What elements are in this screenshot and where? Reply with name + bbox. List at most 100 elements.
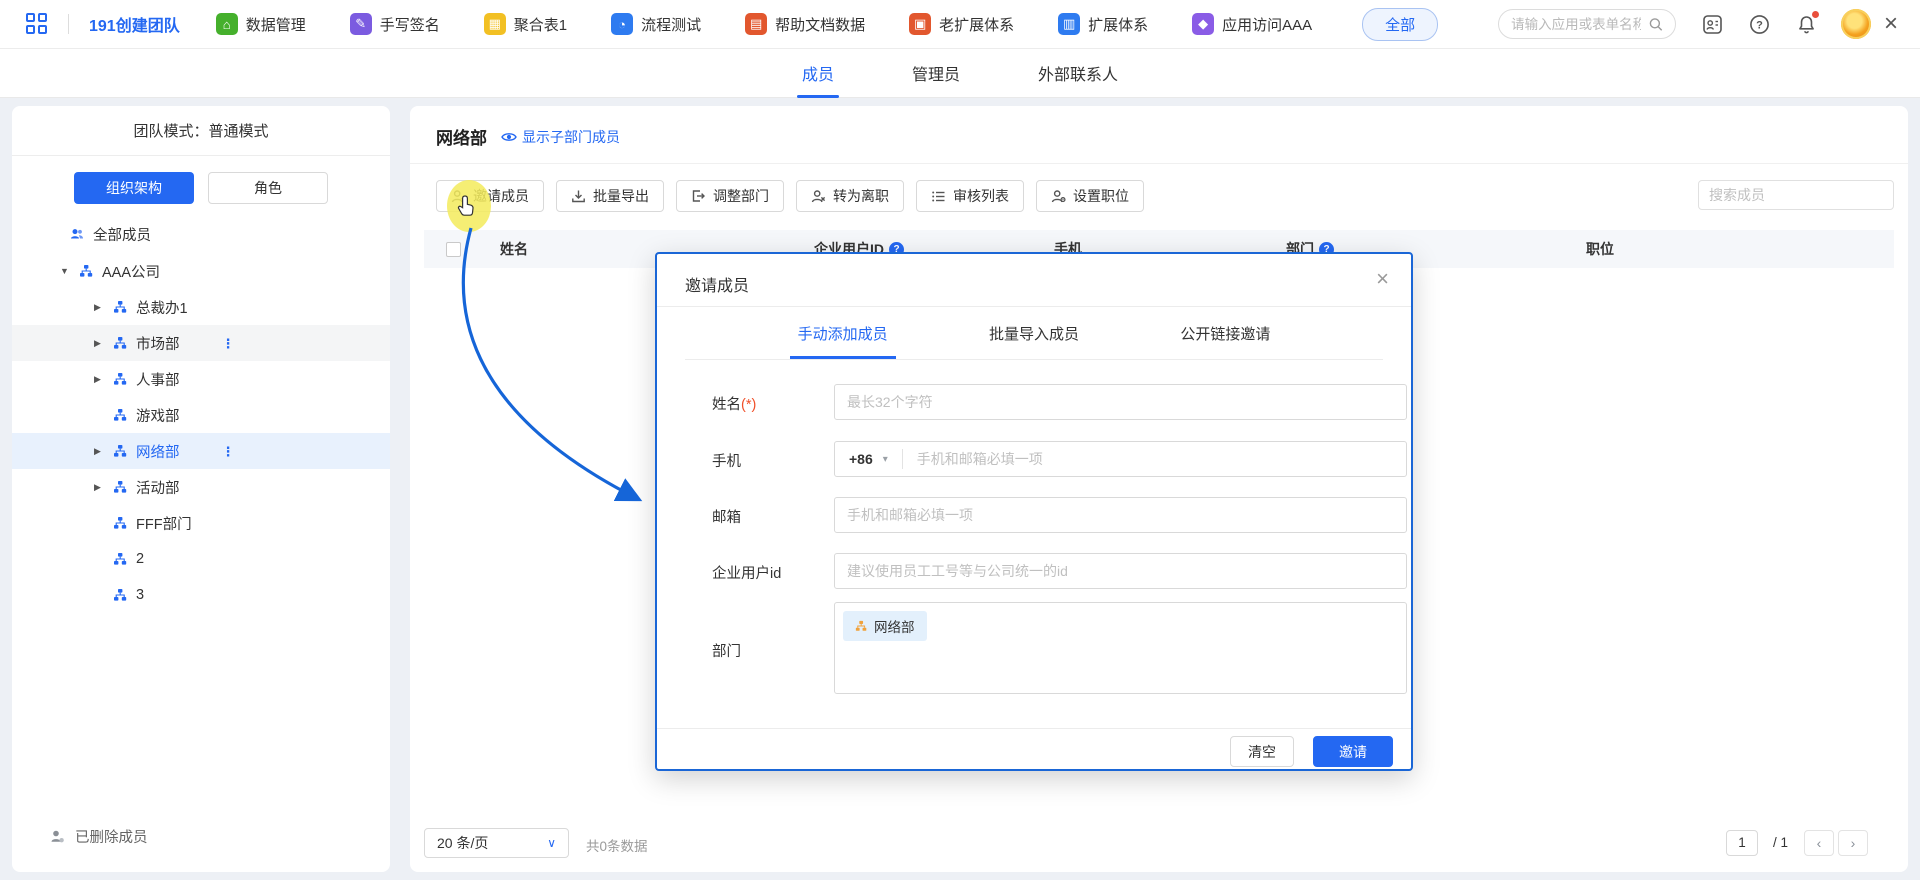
tree-item-dept[interactable]: FFF部门 <box>12 505 390 541</box>
deleted-members-link[interactable]: 已删除成员 <box>12 818 390 854</box>
tree-item-dept[interactable]: 2 <box>12 541 390 577</box>
batch-export-button[interactable]: 批量导出 <box>556 180 664 212</box>
clear-button[interactable]: 清空 <box>1230 736 1294 767</box>
col-position: 职位 <box>1586 239 1614 259</box>
next-page-button[interactable]: › <box>1838 830 1868 856</box>
divider <box>685 359 1383 360</box>
chevron-down-icon: ▾ <box>883 454 888 465</box>
app-tab[interactable]: ▣ 老扩展体系 <box>909 13 1014 35</box>
invite-member-modal: 邀请成员 × 手动添加成员 批量导入成员 公开链接邀请 姓名(*) 手机 +86… <box>655 252 1413 771</box>
caret-down-icon[interactable]: ▼ <box>60 266 70 276</box>
adjust-department-icon <box>691 189 706 204</box>
country-code-value: +86 <box>849 451 873 467</box>
tab-external-contacts[interactable]: 外部联系人 <box>1038 49 1118 98</box>
apps-grid-icon[interactable] <box>26 13 48 35</box>
prev-page-button[interactable]: ‹ <box>1804 830 1834 856</box>
review-list-button[interactable]: 审核列表 <box>916 180 1024 212</box>
set-position-button[interactable]: 设置职位 <box>1036 180 1144 212</box>
tab-members[interactable]: 成员 <box>802 49 834 98</box>
app-label: 手写签名 <box>380 14 440 35</box>
workspace-tab[interactable]: 191创建团队 <box>89 12 180 36</box>
tree-item-label: 2 <box>136 551 144 567</box>
department-picker[interactable]: 网络部 <box>834 602 1407 694</box>
tree-item-label: AAA公司 <box>102 261 160 282</box>
invite-button[interactable]: 邀请 <box>1313 736 1393 767</box>
notification-bell-icon[interactable] <box>1796 14 1817 35</box>
department-tag: 网络部 <box>843 611 927 641</box>
help-icon[interactable]: ? <box>1749 14 1770 35</box>
adjust-department-button[interactable]: 调整部门 <box>676 180 784 212</box>
invite-member-icon <box>451 189 466 204</box>
app-tab[interactable]: ✎ 手写签名 <box>350 13 440 35</box>
department-label: 部门 <box>712 640 741 661</box>
app-tab[interactable]: ▥ 扩展体系 <box>1058 13 1148 35</box>
more-actions-icon[interactable]: ⋮ <box>222 341 235 346</box>
app-label: 扩展体系 <box>1088 14 1148 35</box>
batch-export-label: 批量导出 <box>593 186 649 206</box>
app-icon: ◔ <box>611 13 633 35</box>
current-page-input[interactable]: 1 <box>1726 830 1758 856</box>
tree-item-all-members[interactable]: 全部成员 <box>12 216 390 252</box>
more-actions-icon[interactable]: ⋮ <box>222 449 235 454</box>
name-input[interactable] <box>834 384 1407 420</box>
app-tab[interactable]: ⌂ 数据管理 <box>216 13 306 35</box>
set-position-icon <box>1051 189 1066 204</box>
review-list-icon <box>931 189 946 204</box>
col-name: 姓名 <box>500 239 528 259</box>
show-sub-dept-link[interactable]: 显示子部门成员 <box>501 127 620 147</box>
resign-icon <box>811 189 826 204</box>
role-button[interactable]: 角色 <box>208 172 328 204</box>
app-tab[interactable]: ◔ 流程测试 <box>611 13 701 35</box>
tree-item-dept[interactable]: ▶ 市场部 ⋮ <box>12 325 390 361</box>
app-tab[interactable]: ▤ 帮助文档数据 <box>745 13 865 35</box>
app-label: 帮助文档数据 <box>775 14 865 35</box>
tab-batch-import[interactable]: 批量导入成员 <box>989 307 1079 359</box>
contacts-icon[interactable] <box>1702 14 1723 35</box>
divider <box>657 728 1411 729</box>
pagination-bar: 20 条/页 ∨ 共0条数据 1 / 1 ‹ › <box>410 828 1908 860</box>
caret-right-icon[interactable]: ▶ <box>94 482 104 493</box>
close-icon[interactable]: × <box>1376 266 1389 292</box>
tree-item-dept[interactable]: 游戏部 <box>12 397 390 433</box>
caret-right-icon[interactable]: ▶ <box>94 446 104 457</box>
user-avatar[interactable] <box>1841 9 1871 39</box>
tab-admins[interactable]: 管理员 <box>912 49 960 98</box>
invite-member-button[interactable]: 邀请成员 <box>436 180 544 212</box>
all-apps-pill[interactable]: 全部 <box>1362 8 1438 41</box>
userid-input[interactable] <box>834 553 1407 589</box>
phone-input[interactable] <box>903 451 1406 467</box>
tree-item-company[interactable]: ▼ AAA公司 <box>12 253 390 289</box>
total-pages-label: / 1 <box>1773 835 1788 850</box>
nav-search-box[interactable] <box>1498 9 1676 39</box>
tab-manual-add[interactable]: 手动添加成员 <box>798 307 888 359</box>
org-icon <box>113 408 127 422</box>
set-position-label: 设置职位 <box>1073 186 1129 206</box>
app-label: 老扩展体系 <box>939 14 1014 35</box>
org-structure-button[interactable]: 组织架构 <box>74 172 194 204</box>
caret-right-icon[interactable]: ▶ <box>94 374 104 385</box>
tree-item-dept[interactable]: ▶ 人事部 <box>12 361 390 397</box>
tree-item-dept-selected[interactable]: ▶ 网络部 ⋮ <box>12 433 390 469</box>
invite-member-label: 邀请成员 <box>473 186 529 206</box>
member-search-input[interactable] <box>1709 187 1890 203</box>
nav-search-input[interactable] <box>1511 17 1641 32</box>
eye-icon <box>501 131 517 143</box>
member-search-box[interactable] <box>1698 180 1894 210</box>
country-code-select[interactable]: +86 ▾ <box>835 451 902 467</box>
email-label: 邮箱 <box>712 506 741 527</box>
tab-public-link[interactable]: 公开链接邀请 <box>1180 307 1270 359</box>
caret-right-icon[interactable]: ▶ <box>94 302 104 313</box>
close-icon[interactable]: × <box>1884 12 1898 36</box>
page-size-select[interactable]: 20 条/页 ∨ <box>424 828 569 858</box>
app-tab[interactable]: ◆ 应用访问AAA <box>1192 13 1312 35</box>
export-icon <box>571 189 586 204</box>
email-input[interactable] <box>834 497 1407 533</box>
tree-item-dept[interactable]: 3 <box>12 577 390 613</box>
set-resigned-button[interactable]: 转为离职 <box>796 180 904 212</box>
tree-item-dept[interactable]: ▶ 活动部 <box>12 469 390 505</box>
caret-right-icon[interactable]: ▶ <box>94 338 104 349</box>
tree-item-dept[interactable]: ▶ 总裁办1 <box>12 289 390 325</box>
app-tab[interactable]: ▦ 聚合表1 <box>484 13 567 35</box>
select-all-checkbox[interactable] <box>446 242 461 257</box>
app-label: 数据管理 <box>246 14 306 35</box>
